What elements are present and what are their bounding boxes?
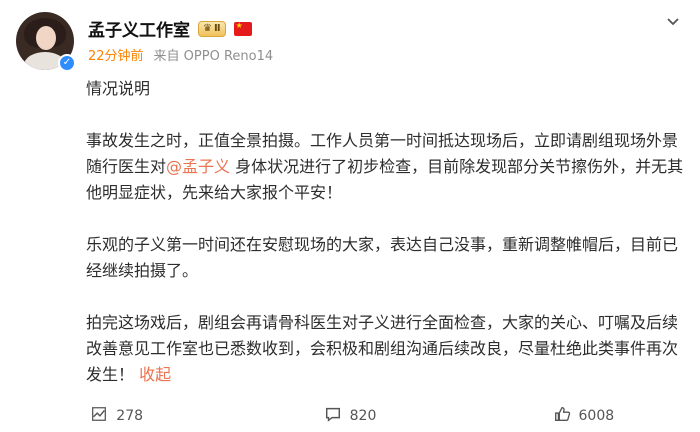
action-bar: 278 820 6008 [0, 400, 700, 432]
repost-count: 278 [116, 408, 144, 424]
post-source: 来自 OPPO Reno14 [153, 49, 274, 64]
name-row: 孟子义工作室 ♛ Ⅱ [88, 16, 252, 41]
avatar[interactable]: ✓ [16, 12, 76, 72]
post-time[interactable]: 22分钟前 [88, 45, 144, 64]
like-icon [553, 405, 571, 427]
repost-button[interactable]: 278 [0, 405, 233, 427]
post-paragraph: 拍完这场戏后，剧组会再请骨科医生对子义进行全面检查，大家的关心、叮嘱及后续改善意… [86, 313, 679, 384]
post-title: 情况说明 [86, 79, 151, 98]
like-button[interactable]: 6008 [467, 405, 700, 427]
verified-icon: ✓ [58, 54, 76, 72]
meta-row: 22分钟前 来自 OPPO Reno14 [88, 45, 273, 64]
post-paragraph: 事故发生之时，正值全景拍摄。工作人员第一时间抵达现场后，立即请剧组现场外景随行医… [86, 131, 684, 202]
crown-icon: ♛ [203, 23, 212, 34]
comment-button[interactable]: 820 [233, 405, 466, 427]
more-icon[interactable] [662, 10, 684, 32]
collapse-link[interactable]: 收起 [139, 365, 171, 384]
account-name[interactable]: 孟子义工作室 [88, 16, 190, 41]
crown-badge[interactable]: ♛ Ⅱ [198, 20, 226, 37]
flag-icon [233, 21, 252, 36]
post-paragraph: 乐观的子义第一时间还在安慰现场的大家，表达自己没事，重新调整帷帽后，目前已经继续… [86, 235, 679, 280]
mention-link[interactable]: @孟子义 [166, 157, 230, 176]
post-content: 情况说明 事故发生之时，正值全景拍摄。工作人员第一时间抵达现场后，立即请剧组现场… [86, 76, 686, 414]
badge-level: Ⅱ [213, 23, 221, 34]
like-count: 6008 [578, 408, 615, 424]
post-header: ✓ 孟子义工作室 ♛ Ⅱ 22分钟前 来自 OPPO Reno14 [0, 0, 700, 80]
comment-count: 820 [349, 408, 377, 424]
repost-icon [90, 405, 108, 427]
comment-icon [324, 405, 342, 427]
